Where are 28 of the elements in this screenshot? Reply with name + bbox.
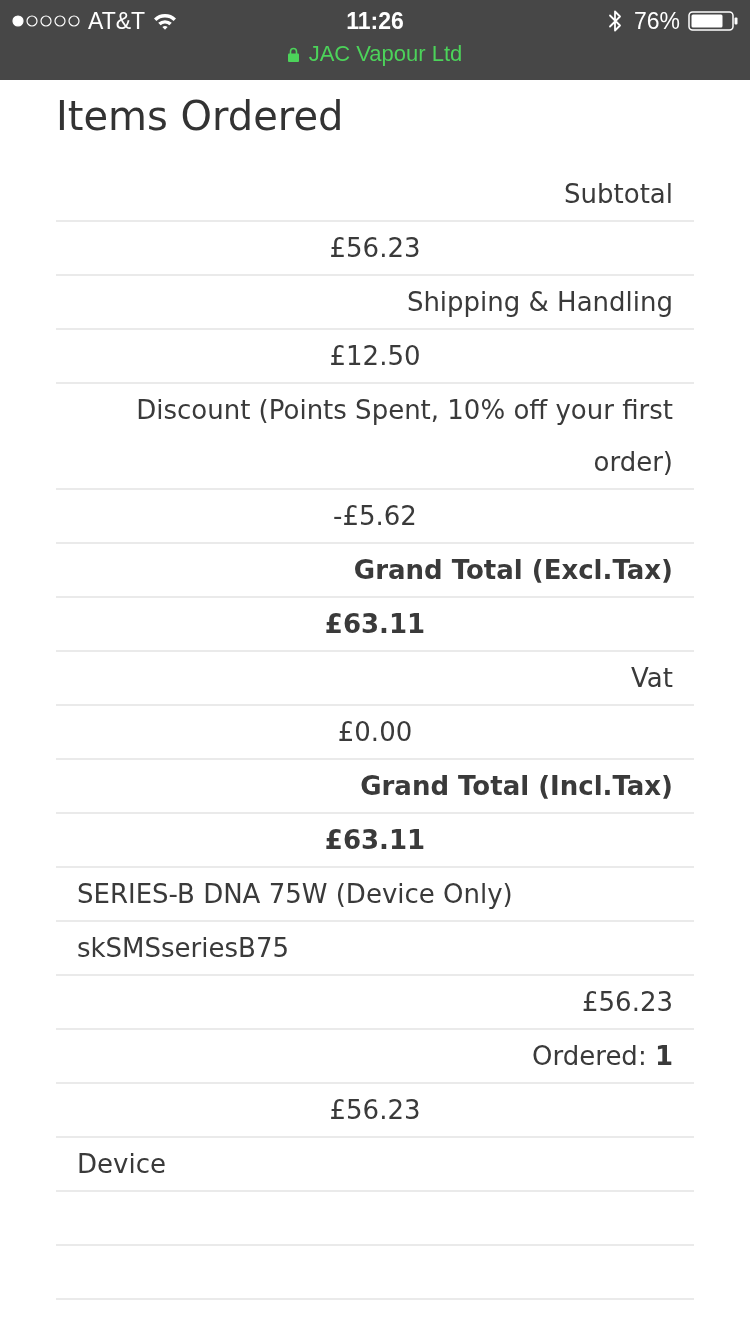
wifi-icon: [153, 12, 178, 30]
signal-strength-icon: [12, 15, 80, 27]
summary-label: Vat: [631, 663, 673, 693]
amount-text: £56.23: [329, 233, 421, 263]
product-sku: skSMSseriesB75: [77, 933, 289, 963]
product-option: Device: [77, 1149, 166, 1179]
page-title: Items Ordered: [56, 92, 344, 140]
unit-price: £56.23: [582, 987, 673, 1017]
summary-label: Subtotal: [564, 179, 673, 209]
lock-icon: [287, 46, 299, 62]
battery-icon: [688, 11, 738, 31]
bluetooth-icon: [607, 9, 622, 33]
amount-text: -£5.62: [333, 501, 417, 531]
amount-text: £0.00: [337, 717, 413, 747]
summary-label: Discount (Points Spent, 10% off your first order): [136, 395, 673, 477]
quantity-text: Ordered: 1: [532, 1041, 673, 1071]
total-label: Grand Total (Incl.Tax): [360, 771, 673, 801]
total-amount: £63.11: [324, 825, 426, 855]
amount-text: £12.50: [329, 341, 421, 371]
carrier-name: AT&T: [88, 7, 146, 35]
amount-text: £56.23: [329, 1095, 421, 1125]
summary-label: Shipping & Handling: [406, 287, 673, 317]
clock-time: 11:26: [346, 7, 404, 35]
total-amount: £63.11: [324, 609, 426, 639]
battery-percent: 76%: [633, 7, 680, 35]
site-name: JAC Vapour Ltd: [308, 40, 463, 68]
total-label: Grand Total (Excl.Tax): [353, 555, 673, 585]
product-name: SERIES-B DNA 75W (Device Only): [77, 879, 513, 909]
